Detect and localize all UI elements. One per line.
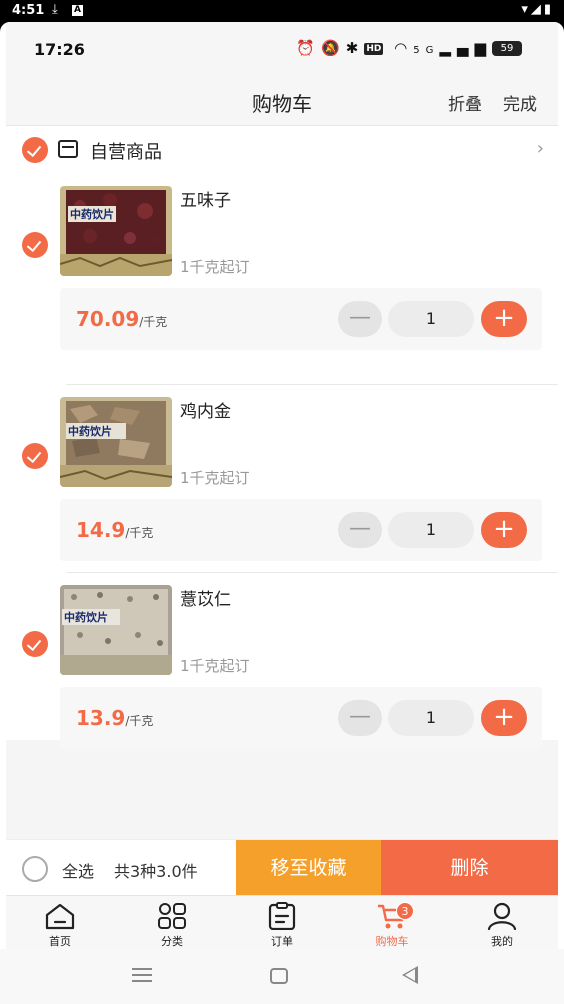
increase-button[interactable]: + (481, 301, 527, 337)
minimum-order: 1千克起订 (180, 657, 250, 675)
increase-button[interactable]: + (481, 512, 527, 548)
signal-bars-icon: ▂▄▆ (439, 39, 492, 57)
select-all-label[interactable]: 全选 (62, 858, 94, 882)
item-checkbox[interactable] (22, 443, 48, 469)
device-time: 17:26 (34, 40, 85, 59)
device-status-bar: 17:26 ⏰🔕✱ HD ◠5G▂▄▆ 59 (6, 22, 558, 78)
product-image[interactable]: 中药饮片 (60, 186, 172, 276)
tab-cart[interactable]: 3 购物车 (352, 896, 432, 949)
cart-item: 中药饮片 鸡内金 1千克起订 14.9/千克 — 1 + (6, 397, 558, 586)
quantity-field[interactable]: 1 (388, 301, 474, 337)
product-photo-wuweizi: 中药饮片 (60, 186, 172, 276)
price-unit: /千克 (139, 315, 168, 329)
decrease-button[interactable]: — (338, 512, 382, 548)
mute-icon: 🔕 (321, 39, 346, 57)
tab-label: 首页 (49, 935, 71, 948)
tab-label: 订单 (271, 935, 293, 948)
item-checkbox[interactable] (22, 232, 48, 258)
price-label: 13.9/千克 (76, 706, 153, 730)
item-checkbox[interactable] (22, 631, 48, 657)
system-indicators: ▾◢▮ (521, 2, 554, 17)
tab-orders[interactable]: 订单 (242, 896, 322, 949)
increase-button[interactable]: + (481, 700, 527, 736)
product-photo-yiyiren: 中药饮片 (60, 585, 172, 675)
price-bar: 13.9/千克 — 1 + (60, 687, 542, 749)
tab-home[interactable]: 首页 (20, 896, 100, 949)
hd-icon: HD (364, 42, 384, 55)
signal-5g-icon: 5G (413, 45, 440, 56)
minimum-order: 1千克起订 (180, 258, 250, 276)
shop-checkbox[interactable] (22, 137, 48, 163)
battery-icon: 59 (492, 41, 522, 56)
device-status-icons: ⏰🔕✱ HD ◠5G▂▄▆ 59 (296, 39, 522, 57)
cart-badge: 3 (396, 902, 414, 920)
quantity-field[interactable]: 1 (388, 700, 474, 736)
move-to-favorites-button[interactable]: 移至收藏 (236, 840, 381, 896)
product-name[interactable]: 五味子 (180, 186, 231, 211)
cart-summary: 共3种3.0件 (114, 862, 198, 881)
system-time: 4:51 (12, 3, 45, 18)
system-status-bar: 4:51 ⤓ A ▾◢▮ (0, 0, 564, 22)
done-button[interactable]: 完成 (503, 90, 537, 115)
tab-bar: 首页 分类 订单 3 购物车 我的 (6, 895, 558, 949)
product-image[interactable]: 中药饮片 (60, 585, 172, 675)
store-icon (58, 140, 78, 158)
cart-action-bar: 全选 共3种3.0件 移至收藏 删除 (6, 839, 558, 896)
order-icon (268, 902, 296, 930)
alarm-icon: ⏰ (296, 39, 322, 57)
minimum-order: 1千克起订 (180, 469, 250, 487)
svg-text:中药饮片: 中药饮片 (64, 610, 108, 624)
divider (66, 384, 558, 385)
back-icon[interactable] (402, 966, 418, 984)
tab-profile[interactable]: 我的 (462, 896, 542, 949)
decrease-button[interactable]: — (338, 700, 382, 736)
profile-icon (487, 902, 517, 930)
cart-list: 自营商品 › 中药饮片 五味子 1千克起订 70.09/千克 — 1 + 中药饮… (6, 126, 558, 749)
fold-button[interactable]: 折叠 (448, 90, 482, 115)
tab-label: 分类 (161, 935, 183, 948)
price-label: 14.9/千克 (76, 518, 153, 542)
tab-category[interactable]: 分类 (132, 896, 212, 949)
home-button-icon[interactable] (270, 968, 288, 984)
price-bar: 70.09/千克 — 1 + (60, 288, 542, 350)
system-navigation-bar (0, 949, 564, 1004)
price-unit: /千克 (125, 714, 154, 728)
home-icon (45, 903, 75, 930)
product-name[interactable]: 薏苡仁 (180, 585, 231, 610)
price-value: 70.09 (76, 307, 140, 331)
tab-label: 我的 (491, 935, 513, 948)
download-icon: ⤓ (52, 2, 58, 17)
price-value: 13.9 (76, 706, 126, 730)
svg-text:中药饮片: 中药饮片 (68, 424, 112, 438)
app-window: 17:26 ⏰🔕✱HD ◠5G▂▄▆59 购物车 折叠 完成 自营商品 › (0, 22, 564, 949)
price-bar: 14.9/千克 — 1 + (60, 499, 542, 561)
product-name[interactable]: 鸡内金 (180, 397, 231, 422)
recents-menu-icon[interactable] (132, 968, 152, 982)
decrease-button[interactable]: — (338, 301, 382, 337)
category-icon (158, 903, 186, 929)
divider (66, 572, 558, 573)
cart-item: 中药饮片 薏苡仁 1千克起订 13.9/千克 — 1 + (6, 585, 558, 774)
cart-item: 中药饮片 五味子 1千克起订 70.09/千克 — 1 + (6, 186, 558, 375)
notification-a-icon: A (72, 5, 83, 16)
price-unit: /千克 (125, 526, 154, 540)
chevron-right-icon[interactable]: › (537, 138, 544, 159)
navigation-bar: 购物车 折叠 完成 (6, 78, 558, 126)
price-label: 70.09/千克 (76, 307, 167, 331)
product-image[interactable]: 中药饮片 (60, 397, 172, 487)
svg-text:中药饮片: 中药饮片 (70, 207, 114, 221)
product-photo-jineijin: 中药饮片 (60, 397, 172, 487)
quantity-field[interactable]: 1 (388, 512, 474, 548)
delete-button[interactable]: 删除 (381, 840, 558, 896)
shop-header[interactable]: 自营商品 › (6, 126, 558, 174)
bluetooth-icon: ✱ (345, 39, 365, 57)
select-all-checkbox[interactable] (22, 856, 48, 882)
wifi-icon: ◠ (394, 39, 414, 57)
price-value: 14.9 (76, 518, 126, 542)
tab-label: 购物车 (375, 935, 409, 948)
shop-name: 自营商品 (90, 142, 162, 163)
